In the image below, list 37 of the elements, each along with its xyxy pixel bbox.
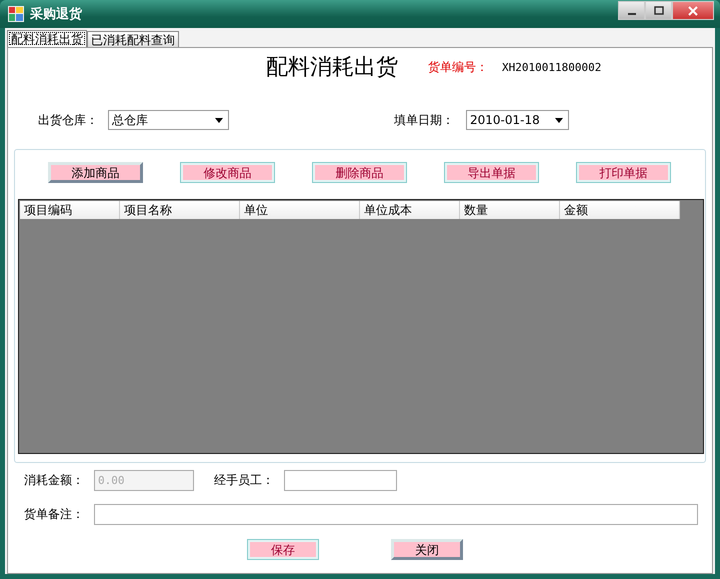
minimize-icon — [628, 12, 636, 14]
column-header[interactable]: 项目编码 — [20, 201, 120, 219]
toolbar-button[interactable]: 修改商品 — [180, 162, 275, 183]
column-header[interactable]: 数量 — [460, 201, 560, 219]
toolbar-button[interactable]: 打印单据 — [576, 162, 671, 183]
remark-label: 货单备注： — [24, 506, 84, 522]
app-icon — [8, 6, 24, 22]
remark-field[interactable] — [94, 504, 698, 524]
tab[interactable]: 配料消耗出货 — [7, 30, 87, 47]
order-number: XH2010011800002 — [502, 60, 602, 74]
date-label: 填单日期： — [394, 112, 454, 128]
dialog-button[interactable]: 保存 — [247, 539, 319, 560]
employee-label: 经手员工： — [214, 472, 274, 488]
toolbar-button[interactable]: 删除商品 — [312, 162, 407, 183]
toolbar-button[interactable]: 导出单据 — [444, 162, 539, 183]
caret-icon — [215, 118, 223, 122]
order-number-label: 货单编号： — [428, 58, 488, 76]
toolbar-button[interactable]: 添加商品 — [48, 162, 143, 183]
column-header[interactable]: 项目名称 — [120, 201, 240, 219]
minimize-button[interactable] — [618, 1, 645, 20]
warehouse-dropdown[interactable]: 总仓库 — [108, 110, 229, 130]
window-title: 采购退货 — [30, 6, 83, 23]
amount-label: 消耗金额： — [24, 472, 84, 488]
page-heading: 配料消耗出货 — [266, 54, 398, 82]
maximize-button[interactable] — [645, 1, 672, 20]
date-picker[interactable]: 2010-01-18 — [466, 110, 569, 130]
column-header[interactable]: 单位成本 — [360, 201, 460, 219]
maximize-icon — [654, 6, 664, 16]
column-header[interactable]: 单位 — [240, 201, 360, 219]
dialog-button[interactable]: 关闭 — [391, 539, 463, 560]
close-button[interactable] — [672, 1, 714, 20]
close-icon — [688, 6, 698, 16]
caret-icon — [555, 118, 563, 122]
tab[interactable]: 已消耗配料查询 — [87, 31, 179, 47]
employee-field[interactable] — [284, 470, 397, 490]
warehouse-label: 出货仓库： — [38, 112, 98, 128]
column-header[interactable]: 金额 — [560, 201, 680, 219]
